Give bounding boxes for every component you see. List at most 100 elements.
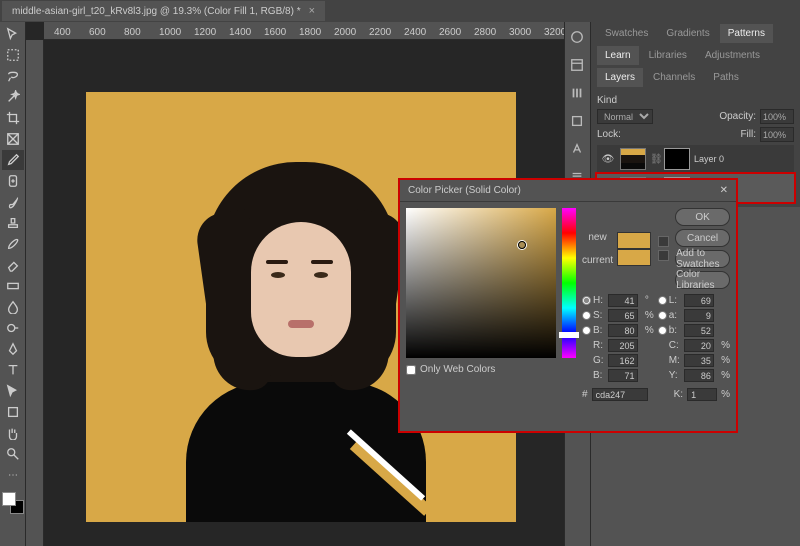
r-input[interactable] xyxy=(608,339,638,352)
lasso-tool[interactable] xyxy=(2,66,24,86)
k-input[interactable] xyxy=(687,388,717,401)
add-swatches-button[interactable]: Add to Swatches xyxy=(675,250,730,268)
horizontal-ruler: 4006008001000120014001600180020002200240… xyxy=(44,22,564,40)
color-panel-icon[interactable] xyxy=(568,28,586,46)
a-radio[interactable]: a: xyxy=(658,310,680,321)
b-radio[interactable]: B: xyxy=(582,325,604,336)
h-radio[interactable]: H: xyxy=(582,295,604,306)
stamp-tool[interactable] xyxy=(2,213,24,233)
history-brush-tool[interactable] xyxy=(2,234,24,254)
eraser-tool[interactable] xyxy=(2,255,24,275)
lab-b-input[interactable] xyxy=(684,324,714,337)
m-input[interactable] xyxy=(684,354,714,367)
tab-libraries[interactable]: Libraries xyxy=(641,46,695,65)
cancel-button[interactable]: Cancel xyxy=(675,229,730,247)
wand-tool[interactable] xyxy=(2,87,24,107)
y-input[interactable] xyxy=(684,369,714,382)
dodge-tool[interactable] xyxy=(2,318,24,338)
tab-paths[interactable]: Paths xyxy=(705,68,747,87)
opacity-input[interactable] xyxy=(760,109,794,124)
frame-tool[interactable] xyxy=(2,129,24,149)
close-tab-icon[interactable]: × xyxy=(309,5,315,17)
rgb-b-input[interactable] xyxy=(608,369,638,382)
websafe-warning-icon[interactable] xyxy=(658,250,669,261)
current-label: current xyxy=(582,255,613,266)
pen-tool[interactable] xyxy=(2,339,24,359)
hex-label: # xyxy=(582,389,588,400)
crop-tool[interactable] xyxy=(2,108,24,128)
hex-input[interactable] xyxy=(592,388,648,401)
filter-kind-label: Kind xyxy=(597,95,617,106)
lab-b-radio[interactable]: b: xyxy=(658,325,680,336)
a-input[interactable] xyxy=(684,309,714,322)
zoom-tool[interactable] xyxy=(2,444,24,464)
document-tab-bar: middle-asian-girl_t20_kRv8l3.jpg @ 19.3%… xyxy=(0,0,800,22)
y-label: Y: xyxy=(658,370,680,381)
layer-name[interactable]: Layer 0 xyxy=(694,154,791,164)
color-cursor xyxy=(518,241,526,249)
new-current-swatch[interactable] xyxy=(617,232,651,266)
fill-input[interactable] xyxy=(760,127,794,142)
tab-adjustments[interactable]: Adjustments xyxy=(697,46,768,65)
l-radio[interactable]: L: xyxy=(658,295,680,306)
tab-patterns[interactable]: Patterns xyxy=(720,24,773,43)
m-label: M: xyxy=(658,355,680,366)
type-tool[interactable] xyxy=(2,360,24,380)
learn-tabs: Learn Libraries Adjustments xyxy=(591,44,800,66)
tab-layers[interactable]: Layers xyxy=(597,68,643,87)
layer-row[interactable]: 👁 ⛓ Layer 0 xyxy=(597,145,794,173)
lock-label: Lock: xyxy=(597,129,621,140)
document-tab[interactable]: middle-asian-girl_t20_kRv8l3.jpg @ 19.3%… xyxy=(2,1,325,21)
adjustments-panel-icon[interactable] xyxy=(568,84,586,102)
saturation-value-field[interactable] xyxy=(406,208,556,358)
ok-button[interactable]: OK xyxy=(675,208,730,226)
eyedropper-tool[interactable] xyxy=(2,150,24,170)
properties-panel-icon[interactable] xyxy=(568,56,586,74)
close-icon[interactable]: ✕ xyxy=(720,185,728,196)
foreground-swatch[interactable] xyxy=(2,492,16,506)
visibility-toggle[interactable]: 👁 xyxy=(600,154,616,165)
g-label: G: xyxy=(582,355,604,366)
b-input[interactable] xyxy=(608,324,638,337)
hue-slider[interactable] xyxy=(562,208,576,358)
hand-tool[interactable] xyxy=(2,423,24,443)
l-input[interactable] xyxy=(684,294,714,307)
c-input[interactable] xyxy=(684,339,714,352)
new-label: new xyxy=(582,232,613,243)
tab-learn[interactable]: Learn xyxy=(597,46,639,65)
gamut-warning-icon[interactable] xyxy=(658,236,669,247)
character-panel-icon[interactable] xyxy=(568,140,586,158)
blur-tool[interactable] xyxy=(2,297,24,317)
k-label: K: xyxy=(674,389,683,400)
marquee-tool[interactable] xyxy=(2,45,24,65)
gradient-tool[interactable] xyxy=(2,276,24,296)
mask-thumbnail[interactable] xyxy=(664,148,690,170)
blend-mode-select[interactable]: Normal xyxy=(597,109,653,124)
color-picker-dialog: Color Picker (Solid Color) ✕ Only Web Co… xyxy=(398,178,738,433)
libraries-panel-icon[interactable] xyxy=(568,112,586,130)
opacity-label: Opacity: xyxy=(719,111,756,122)
path-tool[interactable] xyxy=(2,381,24,401)
fill-label: Fill: xyxy=(740,129,756,140)
web-colors-label: Only Web Colors xyxy=(420,364,495,375)
web-colors-checkbox[interactable] xyxy=(406,365,416,375)
tools-panel: ⋯ xyxy=(0,22,26,546)
move-tool[interactable] xyxy=(2,24,24,44)
dialog-titlebar[interactable]: Color Picker (Solid Color) ✕ xyxy=(400,180,736,202)
swatches-tabs: Swatches Gradients Patterns xyxy=(591,22,800,44)
s-input[interactable] xyxy=(608,309,638,322)
tab-channels[interactable]: Channels xyxy=(645,68,703,87)
h-input[interactable] xyxy=(608,294,638,307)
tab-gradients[interactable]: Gradients xyxy=(658,24,717,43)
color-libraries-button[interactable]: Color Libraries xyxy=(675,271,730,289)
tab-swatches[interactable]: Swatches xyxy=(597,24,656,43)
brush-tool[interactable] xyxy=(2,192,24,212)
edit-toolbar[interactable]: ⋯ xyxy=(2,465,24,485)
layer-thumbnail[interactable] xyxy=(620,148,646,170)
rgb-b-label: B: xyxy=(582,370,604,381)
s-radio[interactable]: S: xyxy=(582,310,604,321)
shape-tool[interactable] xyxy=(2,402,24,422)
g-input[interactable] xyxy=(608,354,638,367)
healing-tool[interactable] xyxy=(2,171,24,191)
color-swatches[interactable] xyxy=(2,492,24,514)
